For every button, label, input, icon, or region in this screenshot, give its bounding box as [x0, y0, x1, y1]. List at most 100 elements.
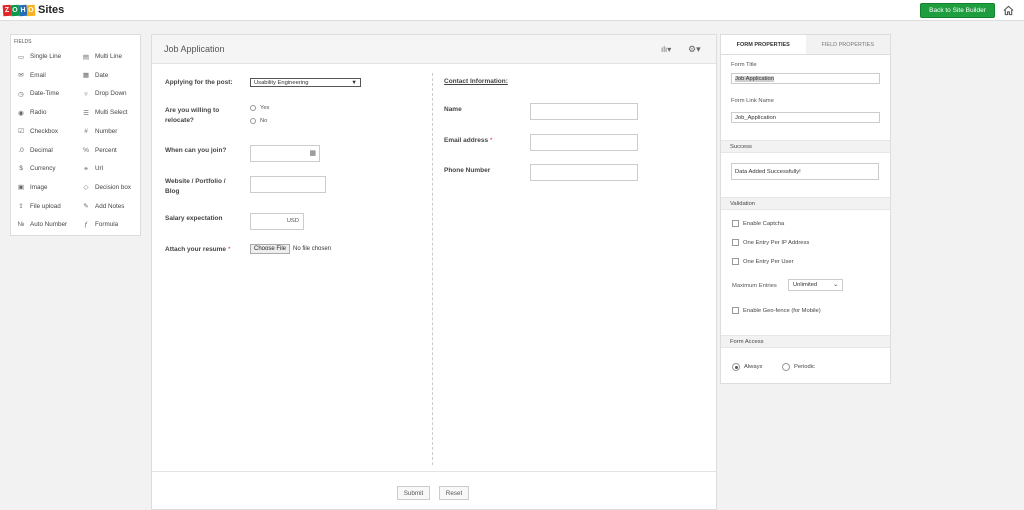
field-type-checkbox[interactable]: ☑ Checkbox: [11, 122, 76, 141]
reset-button[interactable]: Reset: [439, 486, 469, 500]
post-select-value: Usability Engineering: [254, 79, 309, 86]
max-entries-value: Unlimited: [793, 282, 818, 288]
field-type-currency[interactable]: $ Currency: [11, 159, 76, 178]
required-mark: *: [227, 246, 231, 253]
phone-label: Phone Number: [444, 167, 491, 174]
email-icon: ✉: [18, 72, 24, 80]
field-type-multi-select[interactable]: ☰ Multi Select: [76, 103, 141, 122]
date-time-icon: ◷: [18, 90, 24, 98]
zoho-sites-logo[interactable]: Z O H O Sites: [2, 4, 65, 16]
link-name-input[interactable]: Job_Application: [731, 112, 880, 123]
name-field[interactable]: [530, 103, 638, 120]
success-message-value: Data Added Successfully!: [735, 168, 801, 175]
multi-line-icon: ▤: [82, 53, 90, 61]
field-type-label: Date-Time: [30, 90, 60, 98]
field-type-decimal[interactable]: .0 Decimal: [11, 141, 76, 160]
one-per-user-checkbox[interactable]: One Entry Per User: [732, 258, 794, 265]
geofence-checkbox[interactable]: Enable Geo-fence (for Mobile): [732, 307, 821, 314]
field-type-radio[interactable]: ◉ Radio: [11, 103, 76, 122]
field-type-drop-down[interactable]: ▿ Drop Down: [76, 84, 141, 103]
submit-button[interactable]: Submit: [397, 486, 430, 500]
form-header: Job Application ılı▾ ⚙▾: [152, 35, 716, 64]
website-label: Website / Portfolio / Blog: [165, 177, 226, 197]
decimal-icon: .0: [18, 146, 24, 154]
field-type-label: Image: [30, 183, 48, 191]
phone-field[interactable]: [530, 164, 638, 181]
relocate-yes-radio[interactable]: Yes: [250, 105, 269, 111]
radio-circle-icon: [782, 363, 790, 371]
field-type-single-line[interactable]: ▭ Single Line: [11, 47, 76, 66]
tab-form-properties[interactable]: FORM PROPERTIES: [721, 35, 806, 54]
choose-file-button[interactable]: Choose File: [250, 244, 291, 254]
back-to-site-builder-button[interactable]: Back to Site Builder: [920, 3, 995, 18]
post-label: Applying for the post:: [165, 79, 233, 86]
no-file-text: No file chosen: [293, 246, 332, 252]
website-label-line1: Website / Portfolio /: [165, 178, 226, 185]
enable-captcha-checkbox[interactable]: Enable Captcha: [732, 220, 784, 227]
access-periodic-radio[interactable]: Periodic: [782, 363, 815, 371]
bar-chart-icon[interactable]: ılı▾: [661, 45, 671, 54]
field-type-number[interactable]: # Number: [76, 122, 141, 141]
form-title[interactable]: Job Application: [164, 44, 225, 54]
one-per-user-label: One Entry Per User: [743, 258, 794, 265]
relocate-no-radio[interactable]: No: [250, 118, 267, 124]
website-field[interactable]: [250, 176, 326, 193]
form-title-value: Job Application: [735, 75, 774, 82]
logo-text: Sites: [38, 4, 65, 16]
add-notes-icon: ✎: [83, 203, 89, 211]
url-icon: ⚭: [83, 165, 89, 173]
field-type-url[interactable]: ⚭ Url: [76, 159, 141, 178]
field-type-add-notes[interactable]: ✎ Add Notes: [76, 197, 141, 216]
field-type-auto-number[interactable]: № Auto Number: [11, 215, 76, 234]
form-title-input[interactable]: Job Application: [731, 73, 880, 84]
chevron-down-icon: ⌄: [833, 282, 838, 288]
field-type-percent[interactable]: % Percent: [76, 141, 141, 160]
column-divider: [432, 73, 433, 465]
gear-icon[interactable]: ⚙▾: [688, 44, 701, 55]
file-upload-control[interactable]: Choose File No file chosen: [250, 244, 331, 254]
field-type-label: Drop Down: [95, 90, 127, 98]
field-type-label: Single Line: [30, 53, 62, 60]
properties-panel: FORM PROPERTIES FIELD PROPERTIES Form Ti…: [720, 34, 891, 384]
caret-down-icon: ▼: [351, 79, 357, 86]
relocate-yes-label: Yes: [260, 105, 270, 111]
currency-icon: $: [19, 165, 23, 173]
field-type-image[interactable]: ▣ Image: [11, 178, 76, 197]
join-date-field[interactable]: ▦: [250, 145, 320, 162]
form-access-section-header: Form Access: [721, 335, 890, 348]
home-icon[interactable]: [1003, 5, 1014, 16]
salary-field[interactable]: USD: [250, 213, 304, 230]
single-line-icon: ▭: [17, 53, 25, 61]
max-entries-select[interactable]: Unlimited ⌄: [788, 279, 843, 291]
field-type-decision-box[interactable]: ◇ Decision box: [76, 178, 141, 197]
drop-down-icon: ▿: [84, 90, 88, 98]
file-upload-icon: ⇪: [18, 203, 24, 211]
max-entries-label: Maximum Entries: [732, 283, 777, 289]
required-mark: *: [489, 137, 493, 144]
field-type-label: Decimal: [30, 146, 53, 154]
email-label: Email address *: [444, 136, 492, 146]
resume-label: Attach your resume *: [165, 245, 230, 255]
success-message-textarea[interactable]: Data Added Successfully!: [731, 163, 879, 180]
footer-divider: [152, 471, 716, 472]
field-type-label: Date: [95, 71, 109, 79]
post-select[interactable]: Usability Engineering ▼: [250, 78, 361, 87]
field-type-label: Add Notes: [95, 202, 125, 210]
number-icon: #: [84, 127, 88, 135]
field-type-formula[interactable]: ƒ Formula: [76, 215, 141, 234]
tab-field-properties[interactable]: FIELD PROPERTIES: [805, 35, 890, 54]
access-always-label: Always: [744, 364, 763, 370]
one-per-ip-checkbox[interactable]: One Entry Per IP Address: [732, 239, 809, 246]
field-type-date[interactable]: ▦ Date: [76, 66, 141, 85]
radio-circle-icon: [250, 118, 256, 124]
access-always-radio[interactable]: Always: [732, 363, 762, 371]
link-name-value: Job_Application: [735, 114, 776, 121]
email-field[interactable]: [530, 134, 638, 151]
field-type-multi-line[interactable]: ▤ Multi Line: [76, 47, 141, 66]
field-type-file-upload[interactable]: ⇪ File upload: [11, 197, 76, 216]
field-type-email[interactable]: ✉ Email: [11, 66, 76, 85]
field-type-label: Email: [30, 71, 46, 79]
field-type-date-time[interactable]: ◷ Date-Time: [11, 84, 76, 103]
calendar-icon[interactable]: ▦: [309, 149, 316, 157]
link-name-label: Form Link Name: [731, 98, 774, 104]
